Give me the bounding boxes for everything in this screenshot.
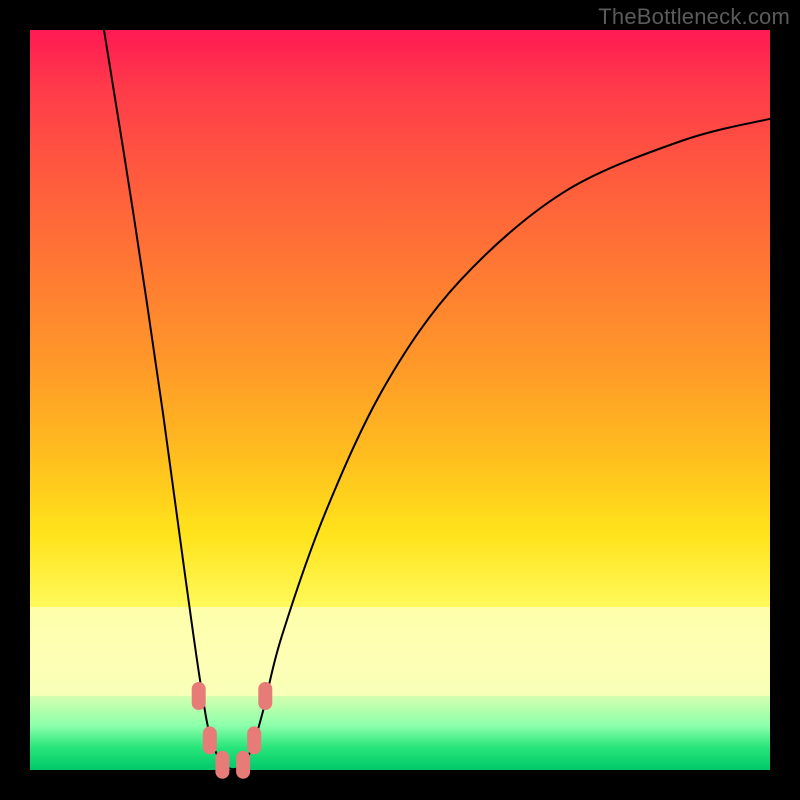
curve-marker (236, 751, 250, 779)
curve-layer (30, 30, 770, 770)
bottleneck-curve (104, 30, 770, 769)
attribution-label: TheBottleneck.com (598, 4, 790, 30)
curve-marker (203, 726, 217, 754)
marker-group (192, 682, 273, 779)
curve-marker (258, 682, 272, 710)
chart-frame: TheBottleneck.com (0, 0, 800, 800)
curve-marker (215, 751, 229, 779)
curve-marker (192, 682, 206, 710)
curve-marker (247, 726, 261, 754)
plot-area (30, 30, 770, 770)
